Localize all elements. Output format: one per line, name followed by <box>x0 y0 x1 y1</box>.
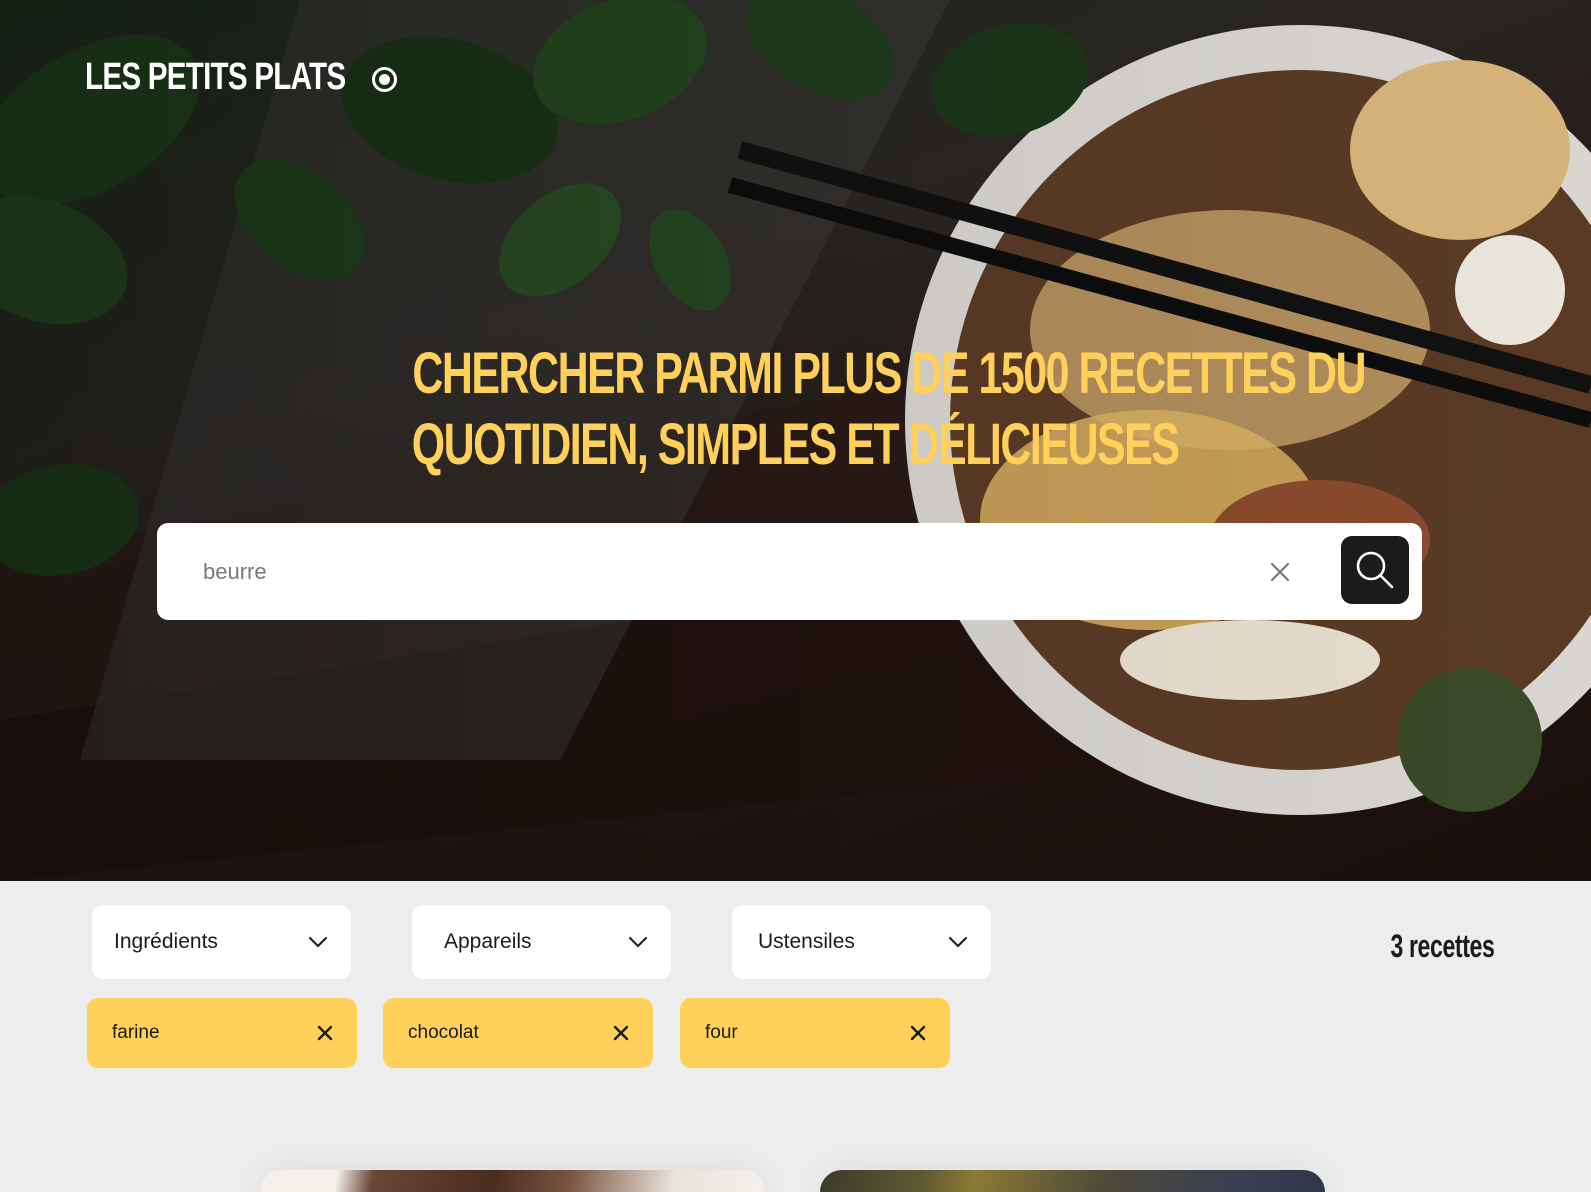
tag-chocolat: chocolat <box>383 998 653 1068</box>
search-button[interactable] <box>1341 536 1409 604</box>
recipe-card-image <box>820 1170 1325 1192</box>
recipe-card-image <box>260 1170 765 1192</box>
dropdown-ustensiles[interactable]: Ustensiles <box>732 905 991 979</box>
chevron-down-icon <box>629 937 647 947</box>
search-icon <box>1356 551 1394 589</box>
logo-circle-icon <box>371 67 397 92</box>
logo[interactable]: LES PETITS PLATS <box>85 56 397 99</box>
recipe-card[interactable] <box>260 1170 765 1192</box>
hero-headline: CHERCHER PARMI PLUS DE 1500 RECETTES DU … <box>245 338 1367 480</box>
close-icon[interactable] <box>611 1023 631 1043</box>
tag-farine: farine <box>87 998 357 1068</box>
chevron-down-icon <box>309 937 327 947</box>
dropdown-appareils[interactable]: Appareils <box>412 905 671 979</box>
hero-banner: LES PETITS PLATS CHERCHER PARMI PLUS DE … <box>0 0 1591 881</box>
search-bar <box>157 523 1422 620</box>
search-input[interactable] <box>203 550 1203 594</box>
recipe-count: 3 recettes <box>1390 928 1494 964</box>
tag-four: four <box>680 998 950 1068</box>
dropdown-label: Appareils <box>444 930 532 953</box>
hero-headline-line-2: QUOTIDIEN, SIMPLES ET DÉLICIEUSES <box>411 412 1180 477</box>
dropdown-label: Ingrédients <box>114 930 218 953</box>
recipe-card[interactable] <box>820 1170 1325 1192</box>
tag-label: chocolat <box>408 1022 479 1043</box>
hero-headline-line-1: CHERCHER PARMI PLUS DE 1500 RECETTES DU <box>412 341 1366 406</box>
logo-text: LES PETITS PLATS <box>85 56 346 98</box>
dropdown-label: Ustensiles <box>758 930 855 953</box>
tag-label: farine <box>112 1022 160 1043</box>
chevron-down-icon <box>949 937 967 947</box>
close-icon[interactable] <box>1265 557 1295 587</box>
tag-label: four <box>705 1022 738 1043</box>
close-icon[interactable] <box>908 1023 928 1043</box>
close-icon[interactable] <box>315 1023 335 1043</box>
dropdown-ingredients[interactable]: Ingrédients <box>92 905 351 979</box>
